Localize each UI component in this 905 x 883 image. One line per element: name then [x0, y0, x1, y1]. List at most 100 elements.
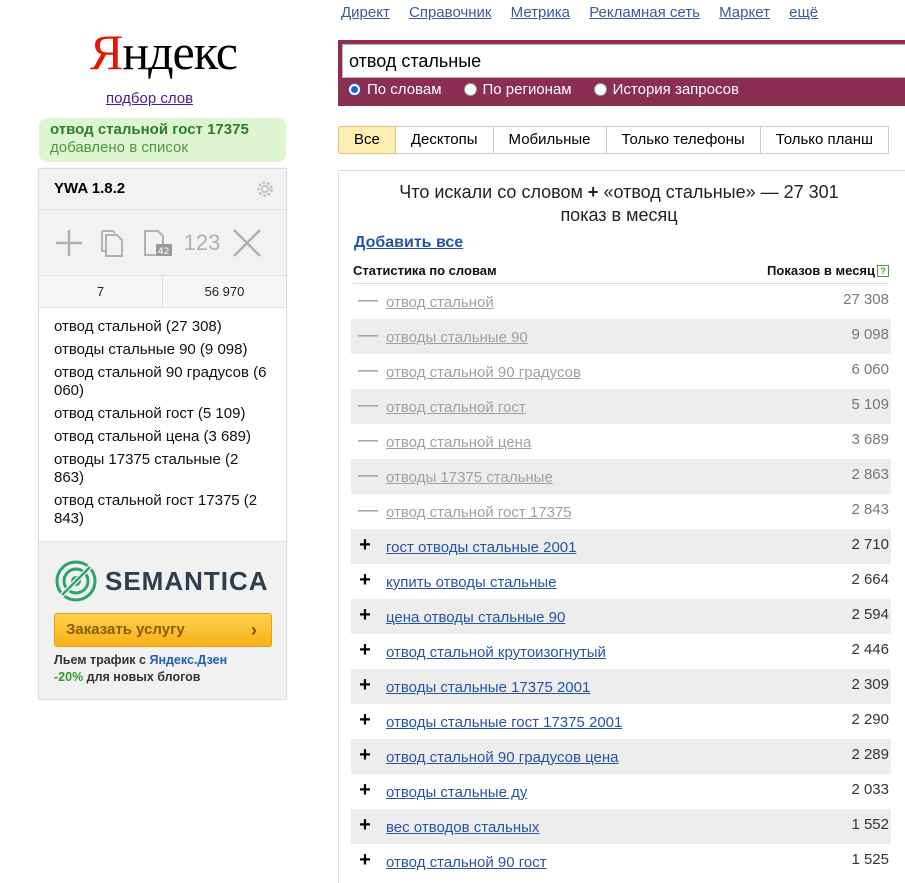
remove-phrase-button[interactable]: —	[358, 429, 378, 451]
col-stats-label: Статистика по словам	[353, 263, 497, 278]
add-phrase-button[interactable]: +	[358, 569, 372, 591]
nav-metrika[interactable]: Метрика	[511, 4, 570, 21]
tab-phones-only[interactable]: Только телефоны	[606, 126, 761, 154]
stats-rows: — отвод стальной 27 308 — отводы стальные 90…	[351, 284, 891, 879]
promo-note-rest: для новых блогов	[83, 670, 201, 684]
radio-label: История запросов	[612, 81, 739, 98]
panel-title: Что искали со словом + «отвод стальные» …	[359, 181, 879, 227]
shows-count: 2 843	[851, 501, 889, 518]
svg-text:42: 42	[158, 247, 169, 257]
list-item: отвод стальной цена (3 689)	[54, 428, 251, 445]
phrase-link[interactable]: отвод стальной	[386, 294, 494, 311]
add-phrase-button[interactable]: +	[358, 744, 372, 766]
list-item: отвод стальной гост 17375 (2 843)	[54, 492, 258, 527]
yandex-zen-link[interactable]: Яндекс.Дзен	[149, 653, 227, 667]
count-123-icon[interactable]: 123	[184, 226, 221, 260]
shows-count: 9 098	[851, 326, 889, 343]
remove-phrase-button[interactable]: —	[358, 464, 378, 486]
phrase-link[interactable]: гост отводы стальные 2001	[386, 539, 576, 556]
remove-phrase-button[interactable]: —	[358, 324, 378, 346]
radio-dot	[348, 83, 361, 96]
logo-rest: ндекс	[122, 24, 238, 80]
search-input[interactable]: отвод стальные	[342, 44, 905, 78]
shows-count: 2 290	[851, 711, 889, 728]
phrase-link[interactable]: отводы стальные 90	[386, 329, 528, 346]
shows-count: 3 689	[851, 431, 889, 448]
nav-more[interactable]: ещё	[789, 4, 818, 21]
radio-po-regionam[interactable]: По регионам	[463, 81, 572, 98]
yandex-logo[interactable]: Яндекс	[90, 27, 238, 77]
add-phrase-button[interactable]: +	[358, 849, 372, 871]
phrase-link[interactable]: отводы стальные ду	[386, 784, 527, 801]
shows-count: 2 710	[851, 536, 889, 553]
add-phrase-button[interactable]: +	[358, 709, 372, 731]
order-service-button[interactable]: Заказать услугу ›	[54, 613, 272, 647]
plus-icon[interactable]	[52, 226, 86, 260]
radio-istoriya[interactable]: История запросов	[593, 81, 739, 98]
phrase-link[interactable]: отводы стальные 17375 2001	[386, 679, 590, 696]
nav-spravochnik[interactable]: Справочник	[409, 4, 492, 21]
nav-direct[interactable]: Директ	[341, 4, 390, 21]
phrase-link[interactable]: отвод стальной 90 гост	[386, 854, 547, 871]
shows-count: 2 664	[851, 571, 889, 588]
add-phrase-button[interactable]: +	[358, 779, 372, 801]
add-phrase-button[interactable]: +	[358, 814, 372, 836]
table-row: + отвод стальной крутоизогнутый 2 446	[351, 634, 891, 669]
remove-phrase-button[interactable]: —	[358, 359, 378, 381]
table-row: — отводы стальные 90 9 098	[351, 319, 891, 354]
remove-phrase-button[interactable]: —	[358, 499, 378, 521]
table-row: + отводы стальные ду 2 033	[351, 774, 891, 809]
add-phrase-button[interactable]: +	[358, 639, 372, 661]
phrase-link[interactable]: купить отводы стальные	[386, 574, 557, 591]
add-all-link[interactable]: Добавить все	[354, 234, 463, 252]
phrase-link[interactable]: отвод стальной 90 градусов цена	[386, 749, 619, 766]
title-query: «отвод стальные» — 27 301	[603, 182, 839, 202]
shows-count: 2 594	[851, 606, 889, 623]
add-phrase-button[interactable]: +	[358, 674, 372, 696]
phrase-link[interactable]: отвод стальной цена	[386, 434, 531, 451]
gear-icon[interactable]	[254, 178, 276, 200]
radio-label: По словам	[367, 81, 442, 98]
phrase-link[interactable]: вес отводов стальных	[386, 819, 539, 836]
nav-reklamnaya-set[interactable]: Рекламная сеть	[589, 4, 700, 21]
device-tabs: Все Десктопы Мобильные Только телефоны Т…	[338, 126, 890, 154]
table-row: + вес отводов стальных 1 552	[351, 809, 891, 844]
shows-count: 2 309	[851, 676, 889, 693]
added-notice: отвод стальной гост 17375 добавлено в сп…	[39, 118, 286, 162]
remove-phrase-button[interactable]: —	[358, 394, 378, 416]
ywa-title: YWA 1.8.2	[54, 180, 126, 197]
table-row: + отводы стальные 17375 2001 2 309	[351, 669, 891, 704]
phrase-link[interactable]: отвод стальной крутоизогнутый	[386, 644, 606, 661]
tab-tablets-only[interactable]: Только планш	[760, 126, 890, 154]
table-row: + цена отводы стальные 90 2 594	[351, 599, 891, 634]
phrase-link[interactable]: отводы стальные гост 17375 2001	[386, 714, 622, 731]
tab-all[interactable]: Все	[338, 126, 396, 154]
radio-po-slovam[interactable]: По словам	[348, 81, 442, 98]
list-item: отводы стальные 90 (9 098)	[54, 341, 248, 358]
phrase-link[interactable]: отвод стальной 90 градусов	[386, 364, 581, 381]
add-phrase-button[interactable]: +	[358, 604, 372, 626]
phrase-link[interactable]: цена отводы стальные 90	[386, 609, 565, 626]
phrase-link[interactable]: отвод стальной гост 17375	[386, 504, 572, 521]
list-item: отводы 17375 стальные (2 863)	[54, 451, 239, 486]
close-icon[interactable]	[230, 226, 264, 260]
phrase-link[interactable]: отводы 17375 стальные	[386, 469, 553, 486]
table-header: Статистика по словам Показов в месяц?	[353, 263, 889, 278]
list-item: отвод стальной 90 градусов (6 060)	[54, 364, 267, 399]
copy-icon[interactable]	[96, 226, 130, 260]
col-shows-label: Показов в месяц?	[767, 263, 889, 278]
col-shows-text: Показов в месяц	[767, 263, 875, 278]
ywa-header: YWA 1.8.2	[39, 169, 286, 210]
tab-desktops[interactable]: Десктопы	[395, 126, 494, 154]
title-plus: +	[587, 182, 599, 202]
added-keyword: отвод стальной гост 17375	[50, 121, 249, 138]
copy-count-icon[interactable]: 42	[140, 226, 174, 260]
remove-phrase-button[interactable]: —	[358, 289, 378, 311]
podbor-slov-link[interactable]: подбор слов	[106, 90, 193, 107]
nav-market[interactable]: Маркет	[719, 4, 770, 21]
help-icon[interactable]: ?	[877, 265, 889, 277]
phrase-link[interactable]: отвод стальной гост	[386, 399, 526, 416]
add-phrase-button[interactable]: +	[358, 534, 372, 556]
shows-count: 6 060	[851, 361, 889, 378]
tab-mobile[interactable]: Мобильные	[493, 126, 607, 154]
